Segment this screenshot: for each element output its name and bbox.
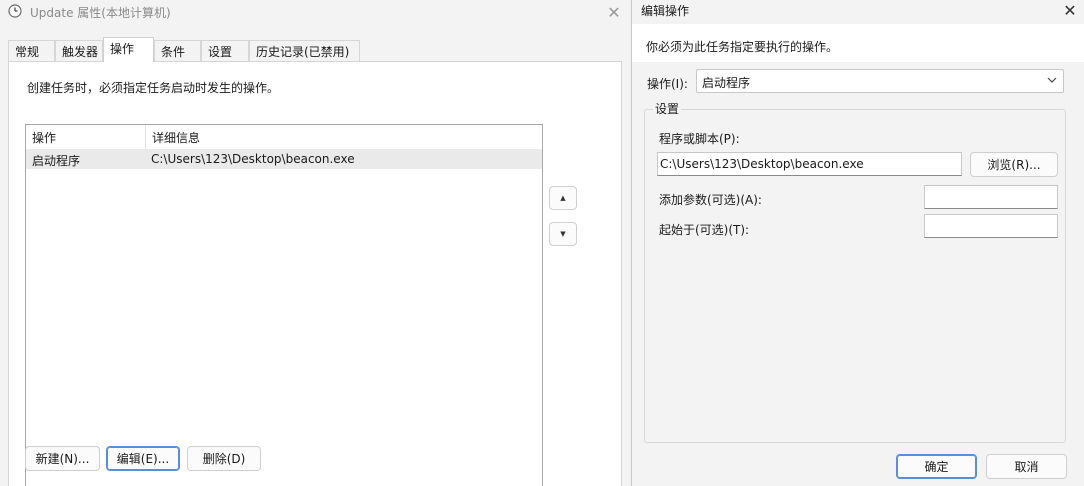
- column-header-details[interactable]: 详细信息: [146, 125, 542, 149]
- tab-triggers[interactable]: 触发器: [55, 40, 103, 61]
- ok-button[interactable]: 确定: [896, 454, 977, 479]
- instruction-text: 你必须为此任务指定要执行的操作。: [646, 40, 839, 54]
- tab-conditions[interactable]: 条件: [154, 40, 201, 61]
- start-in-label: 起始于(可选)(T):: [659, 223, 750, 237]
- new-button[interactable]: 新建(N)...: [25, 446, 100, 471]
- start-in-input[interactable]: [924, 214, 1058, 238]
- dialog-title: 编辑操作: [641, 4, 690, 18]
- clock-icon: [8, 4, 22, 18]
- move-up-button[interactable]: ▲: [549, 186, 577, 210]
- program-input[interactable]: C:\Users\123\Desktop\beacon.exe: [657, 152, 962, 176]
- chevron-down-icon: [1047, 73, 1057, 87]
- close-icon[interactable]: ✕: [1056, 0, 1084, 20]
- instruction-banner: 你必须为此任务指定要执行的操作。: [632, 24, 1084, 62]
- program-input-value: C:\Users\123\Desktop\beacon.exe: [660, 157, 864, 171]
- action-dropdown[interactable]: 启动程序: [696, 69, 1064, 93]
- tab-settings[interactable]: 设置: [201, 40, 249, 61]
- panel-description: 创建任务时，必须指定任务启动时发生的操作。: [27, 81, 280, 95]
- settings-legend: 设置: [653, 100, 682, 117]
- tab-history[interactable]: 历史记录(已禁用): [249, 40, 360, 61]
- task-properties-window: Update 属性(本地计算机) ✕ 常规 触发器 操作 条件 设置 历史记录(…: [0, 0, 630, 486]
- cancel-button[interactable]: 取消: [986, 454, 1067, 479]
- table-row[interactable]: 启动程序 C:\Users\123\Desktop\beacon.exe: [26, 149, 542, 169]
- row-action: 启动程序: [32, 154, 81, 168]
- action-label: 操作(I):: [647, 77, 688, 91]
- move-down-button[interactable]: ▼: [549, 222, 577, 246]
- action-dropdown-value: 启动程序: [702, 76, 751, 90]
- tab-general[interactable]: 常规: [8, 40, 55, 61]
- arguments-input[interactable]: [924, 185, 1058, 209]
- triangle-up-icon: ▲: [560, 194, 566, 202]
- row-details: C:\Users\123\Desktop\beacon.exe: [151, 152, 355, 166]
- close-icon[interactable]: ✕: [600, 0, 628, 24]
- window-title: Update 属性(本地计算机): [30, 6, 171, 20]
- column-header-action[interactable]: 操作: [26, 125, 146, 149]
- arguments-label: 添加参数(可选)(A):: [659, 193, 762, 207]
- delete-button[interactable]: 删除(D): [187, 446, 261, 471]
- actions-table: 操作 详细信息 启动程序 C:\Users\123\Desktop\beacon…: [25, 124, 543, 486]
- browse-button[interactable]: 浏览(R)...: [970, 152, 1058, 177]
- tab-actions[interactable]: 操作: [103, 37, 154, 62]
- actions-panel: 创建任务时，必须指定任务启动时发生的操作。 操作 详细信息 启动程序 C:\Us…: [8, 61, 622, 486]
- program-label: 程序或脚本(P):: [659, 132, 740, 146]
- triangle-down-icon: ▼: [560, 230, 566, 238]
- title-bar: Update 属性(本地计算机) ✕: [0, 0, 630, 24]
- edit-button[interactable]: 编辑(E)...: [106, 446, 180, 471]
- table-header: 操作 详细信息: [26, 125, 542, 149]
- edit-action-dialog: 编辑操作 ✕ 你必须为此任务指定要执行的操作。 操作(I): 启动程序 设置 程…: [631, 0, 1084, 486]
